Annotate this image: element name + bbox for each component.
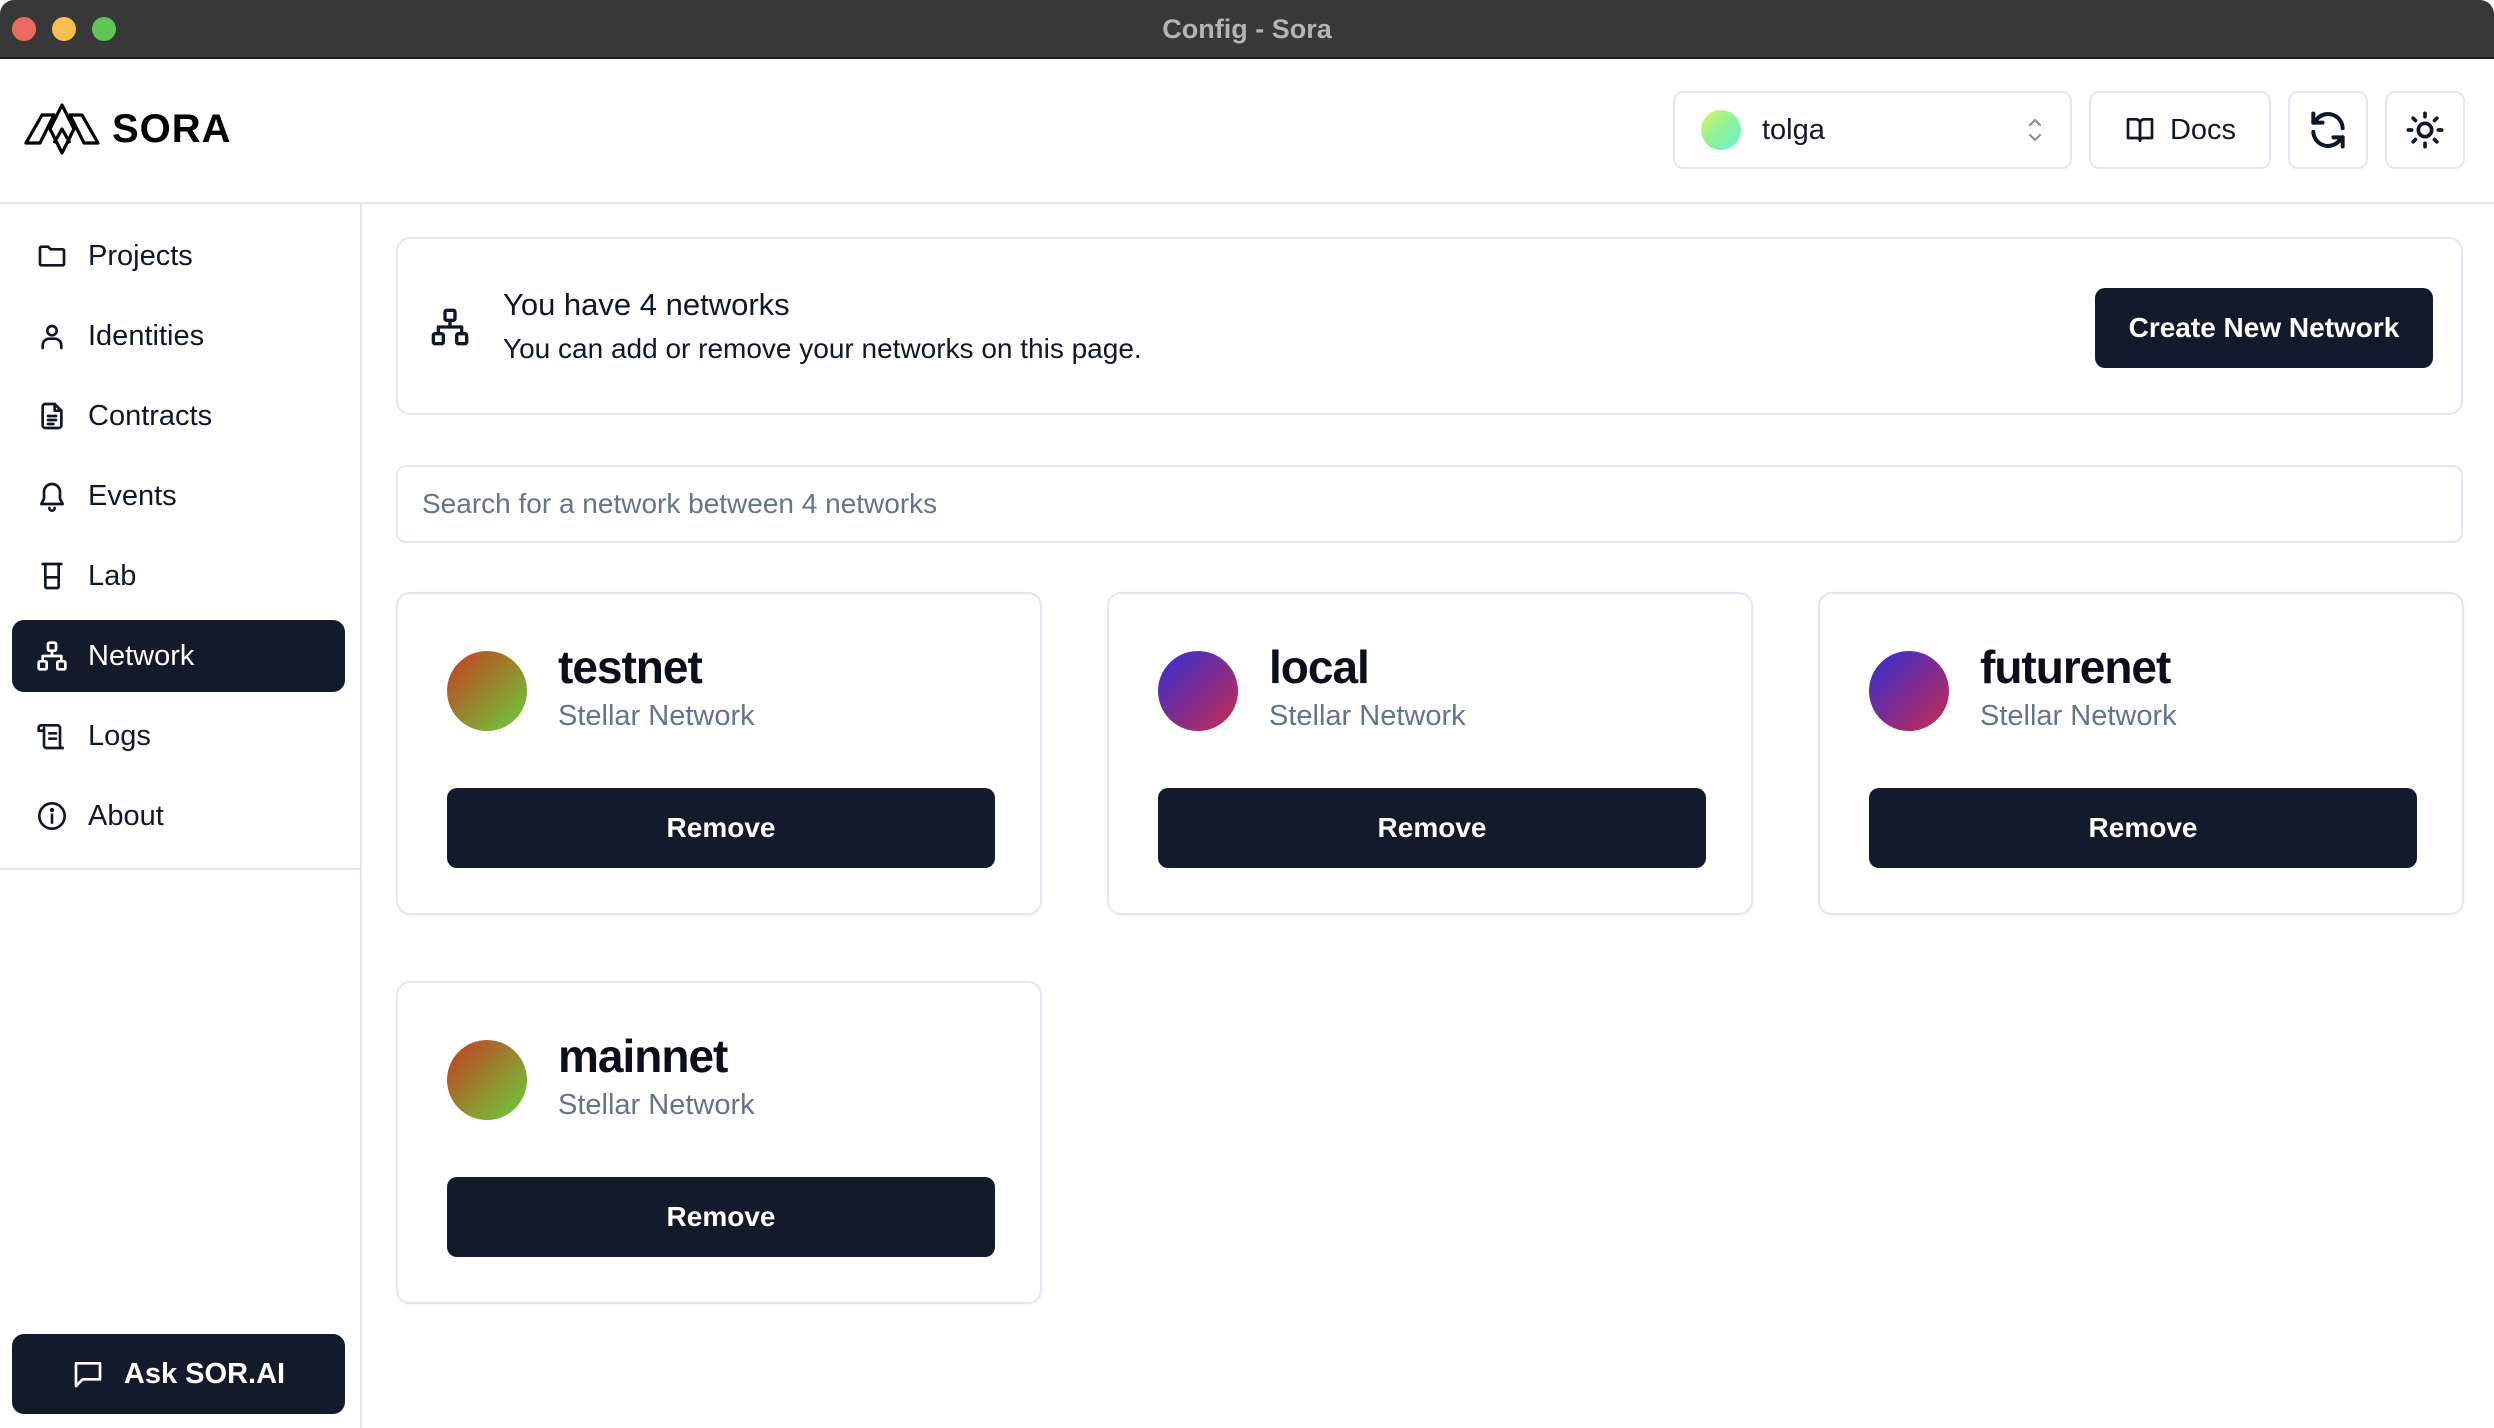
sun-icon bbox=[2406, 111, 2444, 149]
network-card: futurenet Stellar Network Remove bbox=[1818, 592, 2464, 915]
ask-ai-label: Ask SOR.AI bbox=[123, 1357, 286, 1390]
app-header: SORA tolga Docs bbox=[0, 59, 2494, 204]
sidebar-item-identities[interactable]: Identities bbox=[12, 300, 345, 372]
folder-icon bbox=[38, 245, 66, 267]
scroll-icon bbox=[37, 724, 64, 750]
networks-summary-banner: You have 4 networks You can add or remov… bbox=[396, 237, 2463, 415]
network-type: Stellar Network bbox=[558, 700, 755, 732]
docs-button[interactable]: Docs bbox=[2089, 91, 2271, 169]
network-icon bbox=[431, 308, 469, 346]
network-name: testnet bbox=[558, 641, 703, 693]
network-name: mainnet bbox=[558, 1030, 728, 1082]
sidebar-divider bbox=[0, 868, 362, 870]
sidebar-item-label: Contracts bbox=[88, 399, 213, 432]
network-card: testnet Stellar Network Remove bbox=[396, 592, 1042, 915]
network-avatar bbox=[447, 1040, 527, 1120]
logo-text: SORA bbox=[112, 106, 232, 151]
sidebar-item-lab[interactable]: Lab bbox=[12, 540, 345, 612]
sidebar-item-contracts[interactable]: Contracts bbox=[12, 380, 345, 452]
sidebar-item-logs[interactable]: Logs bbox=[12, 700, 345, 772]
window-titlebar: Config - Sora bbox=[0, 0, 2494, 59]
window-title: Config - Sora bbox=[1162, 14, 1332, 44]
network-type: Stellar Network bbox=[558, 1089, 755, 1121]
info-icon bbox=[38, 802, 66, 830]
app-logo[interactable]: SORA bbox=[24, 103, 232, 155]
remove-network-button[interactable]: Remove bbox=[1158, 788, 1706, 868]
document-icon bbox=[41, 402, 63, 430]
network-icon bbox=[37, 641, 67, 671]
sidebar-item-projects[interactable]: Projects bbox=[12, 220, 345, 292]
sidebar-item-network[interactable]: Network bbox=[12, 620, 345, 692]
docs-label: Docs bbox=[2169, 113, 2237, 146]
create-network-button[interactable]: Create New Network bbox=[2095, 288, 2433, 368]
sidebar-item-label: Network bbox=[88, 639, 195, 672]
sidebar-item-about[interactable]: About bbox=[12, 780, 345, 852]
banner-subtitle: You can add or remove your networks on t… bbox=[503, 333, 1142, 364]
bell-icon bbox=[40, 482, 64, 512]
network-name: local bbox=[1269, 641, 1370, 693]
network-avatar bbox=[1869, 651, 1949, 731]
sidebar-item-label: Identities bbox=[88, 319, 205, 352]
ask-ai-button[interactable]: Ask SOR.AI bbox=[12, 1334, 345, 1414]
network-avatar bbox=[1158, 651, 1238, 731]
sidebar-item-label: About bbox=[88, 799, 164, 832]
account-avatar bbox=[1701, 110, 1741, 150]
sidebar-item-label: Logs bbox=[88, 719, 151, 752]
remove-network-button[interactable]: Remove bbox=[1869, 788, 2417, 868]
beaker-icon bbox=[41, 562, 63, 590]
chevron-up-down-icon bbox=[2026, 115, 2044, 145]
user-icon bbox=[41, 324, 63, 350]
theme-toggle-button[interactable] bbox=[2385, 91, 2465, 169]
sidebar-item-label: Events bbox=[88, 479, 177, 512]
book-open-icon bbox=[2126, 118, 2154, 142]
network-search-input[interactable] bbox=[396, 465, 2463, 543]
network-name: futurenet bbox=[1980, 641, 2171, 693]
remove-network-button[interactable]: Remove bbox=[447, 1177, 995, 1257]
refresh-button[interactable] bbox=[2288, 91, 2368, 169]
network-type: Stellar Network bbox=[1269, 700, 1466, 732]
account-name: tolga bbox=[1762, 113, 1825, 146]
refresh-icon bbox=[2311, 111, 2345, 149]
chat-icon bbox=[74, 1362, 102, 1388]
network-type: Stellar Network bbox=[1980, 700, 2177, 732]
banner-title: You have 4 networks bbox=[503, 287, 790, 322]
account-select[interactable]: tolga bbox=[1673, 91, 2072, 169]
sidebar-item-label: Projects bbox=[88, 239, 193, 272]
sidebar-item-label: Lab bbox=[88, 559, 137, 592]
network-card: mainnet Stellar Network Remove bbox=[396, 981, 1042, 1304]
network-avatar bbox=[447, 651, 527, 731]
sora-bird-logo-icon bbox=[24, 103, 100, 155]
network-card: local Stellar Network Remove bbox=[1107, 592, 1753, 915]
remove-network-button[interactable]: Remove bbox=[447, 788, 995, 868]
sidebar: Projects Identities Contracts Events Lab… bbox=[0, 204, 362, 1428]
sidebar-item-events[interactable]: Events bbox=[12, 460, 345, 532]
